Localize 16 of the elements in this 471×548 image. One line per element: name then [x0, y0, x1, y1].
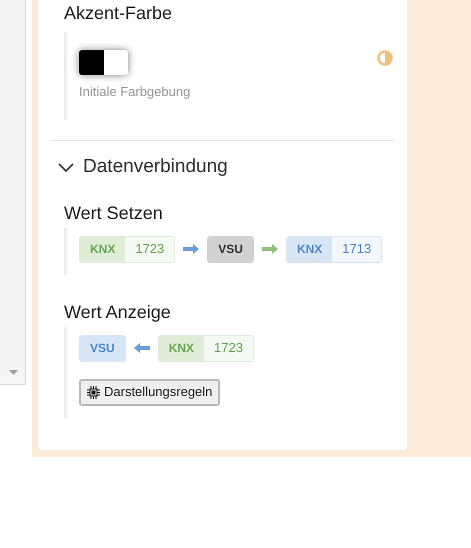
- group-title: Wert Setzen: [63, 202, 164, 224]
- group-title: Wert Anzeige: [63, 300, 172, 322]
- section-toggle[interactable]: Datenverbindung: [51, 153, 395, 182]
- address-tag: KNX 1723: [79, 236, 176, 262]
- address-tag: VSU: [79, 334, 126, 362]
- chevron-icon: [57, 161, 75, 174]
- address-tag: KNX 1723: [158, 334, 254, 362]
- chip-icon: [87, 386, 100, 398]
- section-title: Akzent-Farbe: [63, 2, 174, 24]
- address-tag: VSU: [207, 236, 254, 262]
- rules-button[interactable]: Darstellungsregeln: [79, 378, 220, 406]
- scroll-down-icon[interactable]: [9, 370, 18, 375]
- contrast-icon[interactable]: [377, 50, 393, 66]
- swatch-caption: Initiale Farbgebung: [79, 83, 192, 101]
- address-tag: KNX 1713: [286, 236, 382, 262]
- color-swatch[interactable]: [79, 50, 128, 75]
